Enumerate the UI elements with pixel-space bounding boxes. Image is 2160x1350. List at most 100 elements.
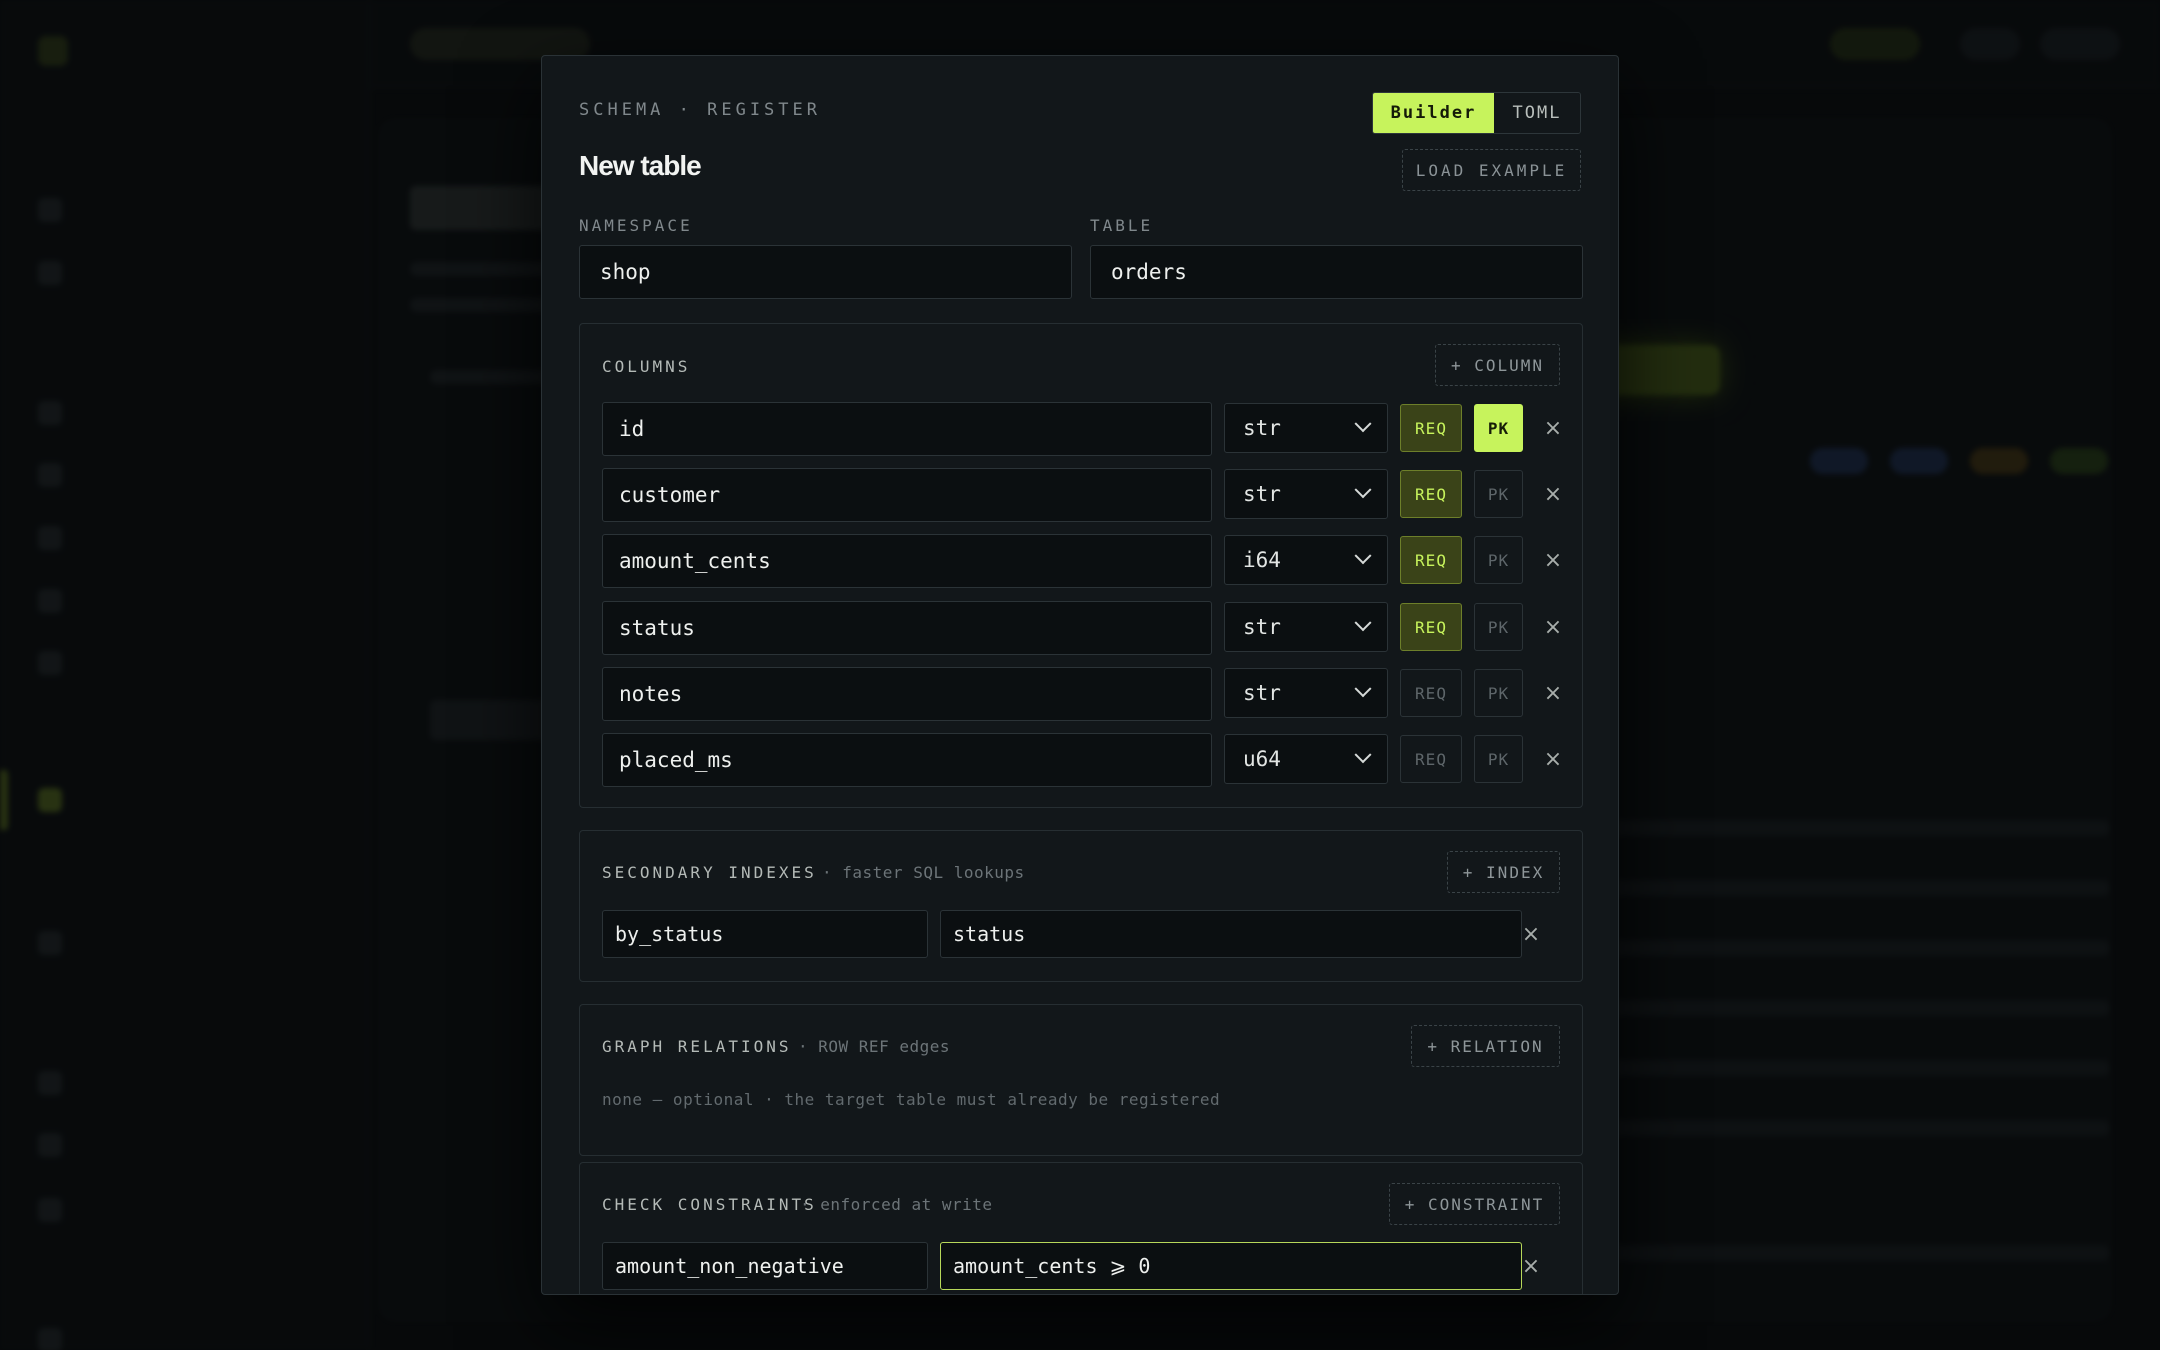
remove-column-icon[interactable]: × <box>1540 547 1566 573</box>
column-type-select[interactable]: str <box>1224 403 1388 453</box>
column-type-value: i64 <box>1243 548 1281 572</box>
background-row <box>1610 940 2110 956</box>
column-type-value: str <box>1243 615 1281 639</box>
column-name-input[interactable]: id <box>602 402 1212 456</box>
remove-index-icon[interactable]: × <box>1518 921 1544 947</box>
column-type-value: str <box>1243 681 1281 705</box>
remove-column-icon[interactable]: × <box>1540 746 1566 772</box>
primary-key-toggle[interactable]: PK <box>1474 669 1523 717</box>
primary-key-toggle[interactable]: PK <box>1474 470 1523 518</box>
column-name-input[interactable]: notes <box>602 667 1212 721</box>
required-toggle[interactable]: REQ <box>1400 470 1462 518</box>
background-chip <box>1960 28 2020 60</box>
constraint-expression-input[interactable]: amount_cents ⩾ 0 <box>940 1242 1522 1290</box>
relations-empty-hint: none — optional · the target table must … <box>602 1090 1221 1109</box>
remove-column-icon[interactable]: × <box>1540 680 1566 706</box>
chevron-down-icon <box>1354 415 1372 433</box>
namespace-label: NAMESPACE <box>579 216 693 235</box>
constraints-title: CHECK CONSTRAINTS <box>602 1195 817 1214</box>
namespace-input[interactable]: shop <box>579 245 1072 299</box>
required-toggle[interactable]: REQ <box>1400 536 1462 584</box>
relations-subtitle: · ROW REF edges <box>798 1037 950 1056</box>
chevron-down-icon <box>1354 481 1372 499</box>
required-toggle[interactable]: REQ <box>1400 735 1462 783</box>
background-nav-item <box>38 398 62 428</box>
add-column-button[interactable]: + COLUMN <box>1435 344 1560 386</box>
add-constraint-button[interactable]: + CONSTRAINT <box>1389 1183 1560 1225</box>
column-name-input[interactable]: amount_cents <box>602 534 1212 588</box>
constraints-subtitle: · enforced at write <box>800 1195 993 1214</box>
background-block <box>430 700 550 740</box>
remove-column-icon[interactable]: × <box>1540 481 1566 507</box>
chevron-down-icon <box>1354 680 1372 698</box>
required-toggle[interactable]: REQ <box>1400 404 1462 452</box>
indexes-panel: SECONDARY INDEXES · faster SQL lookups +… <box>579 830 1583 982</box>
background-nav-item <box>38 523 62 553</box>
background-chip <box>2040 28 2120 60</box>
background-nav-item <box>38 1068 62 1098</box>
background-nav-item-active <box>38 785 62 815</box>
index-column-input[interactable]: status <box>940 910 1522 958</box>
relations-panel: GRAPH RELATIONS · ROW REF edges + RELATI… <box>579 1004 1583 1156</box>
column-type-select[interactable]: u64 <box>1224 734 1388 784</box>
column-name-input[interactable]: status <box>602 601 1212 655</box>
background-active-indicator <box>0 770 8 830</box>
background-nav-item <box>38 928 62 958</box>
background-row <box>1610 1245 2110 1261</box>
background-row <box>1610 820 2110 836</box>
column-row: id str REQ PK × <box>602 402 1562 456</box>
background-nav-item <box>38 258 62 288</box>
remove-column-icon[interactable]: × <box>1540 415 1566 441</box>
indexes-title: SECONDARY INDEXES <box>602 863 817 882</box>
column-type-select[interactable]: str <box>1224 602 1388 652</box>
background-nav-item <box>38 195 62 225</box>
background-nav-item <box>38 1130 62 1160</box>
builder-mode-button[interactable]: Builder <box>1373 93 1494 133</box>
background-pill <box>2050 448 2108 474</box>
columns-title: COLUMNS <box>602 357 691 376</box>
columns-panel: COLUMNS + COLUMN id str REQ PK × customer str R… <box>579 323 1583 808</box>
column-row: customer str REQ PK × <box>602 468 1562 522</box>
new-table-modal: SCHEMA · REGISTER New table Builder TOML… <box>541 55 1619 1295</box>
remove-constraint-icon[interactable]: × <box>1518 1253 1544 1279</box>
background-sidebar <box>0 0 370 1350</box>
background-nav-item <box>38 586 62 616</box>
remove-column-icon[interactable]: × <box>1540 614 1566 640</box>
background-pill <box>1810 448 1868 474</box>
background-nav-item <box>38 460 62 490</box>
background-row <box>1610 1000 2110 1016</box>
constraint-name-input[interactable]: amount_non_negative <box>602 1242 928 1290</box>
background-row <box>1610 1060 2110 1076</box>
background-nav-item <box>38 648 62 678</box>
column-row: amount_cents i64 REQ PK × <box>602 534 1562 588</box>
required-toggle[interactable]: REQ <box>1400 603 1462 651</box>
modal-title: New table <box>579 150 702 181</box>
column-type-select[interactable]: i64 <box>1224 535 1388 585</box>
primary-key-toggle[interactable]: PK <box>1474 404 1523 452</box>
add-relation-button[interactable]: + RELATION <box>1411 1025 1560 1067</box>
primary-key-toggle[interactable]: PK <box>1474 603 1523 651</box>
background-chip <box>1830 28 1920 60</box>
background-pill <box>1970 448 2028 474</box>
column-name-input[interactable]: customer <box>602 468 1212 522</box>
column-type-select[interactable]: str <box>1224 668 1388 718</box>
table-input[interactable]: orders <box>1090 245 1583 299</box>
constraints-panel: CHECK CONSTRAINTS · enforced at write + … <box>579 1162 1583 1294</box>
primary-key-toggle[interactable]: PK <box>1474 536 1523 584</box>
chevron-down-icon <box>1354 614 1372 632</box>
primary-key-toggle[interactable]: PK <box>1474 735 1523 783</box>
indexes-subtitle: · faster SQL lookups <box>822 863 1025 882</box>
column-name-input[interactable]: placed_ms <box>602 733 1212 787</box>
column-type-value: str <box>1243 482 1281 506</box>
required-toggle[interactable]: REQ <box>1400 669 1462 717</box>
load-example-button[interactable]: LOAD EXAMPLE <box>1402 149 1581 191</box>
toml-mode-button[interactable]: TOML <box>1494 93 1580 133</box>
index-name-input[interactable]: by_status <box>602 910 928 958</box>
column-type-select[interactable]: str <box>1224 469 1388 519</box>
background-logo <box>38 36 68 66</box>
background-row <box>1610 1120 2110 1136</box>
column-type-value: u64 <box>1243 747 1281 771</box>
column-row: notes str REQ PK × <box>602 667 1562 721</box>
add-index-button[interactable]: + INDEX <box>1447 851 1560 893</box>
column-type-value: str <box>1243 416 1281 440</box>
